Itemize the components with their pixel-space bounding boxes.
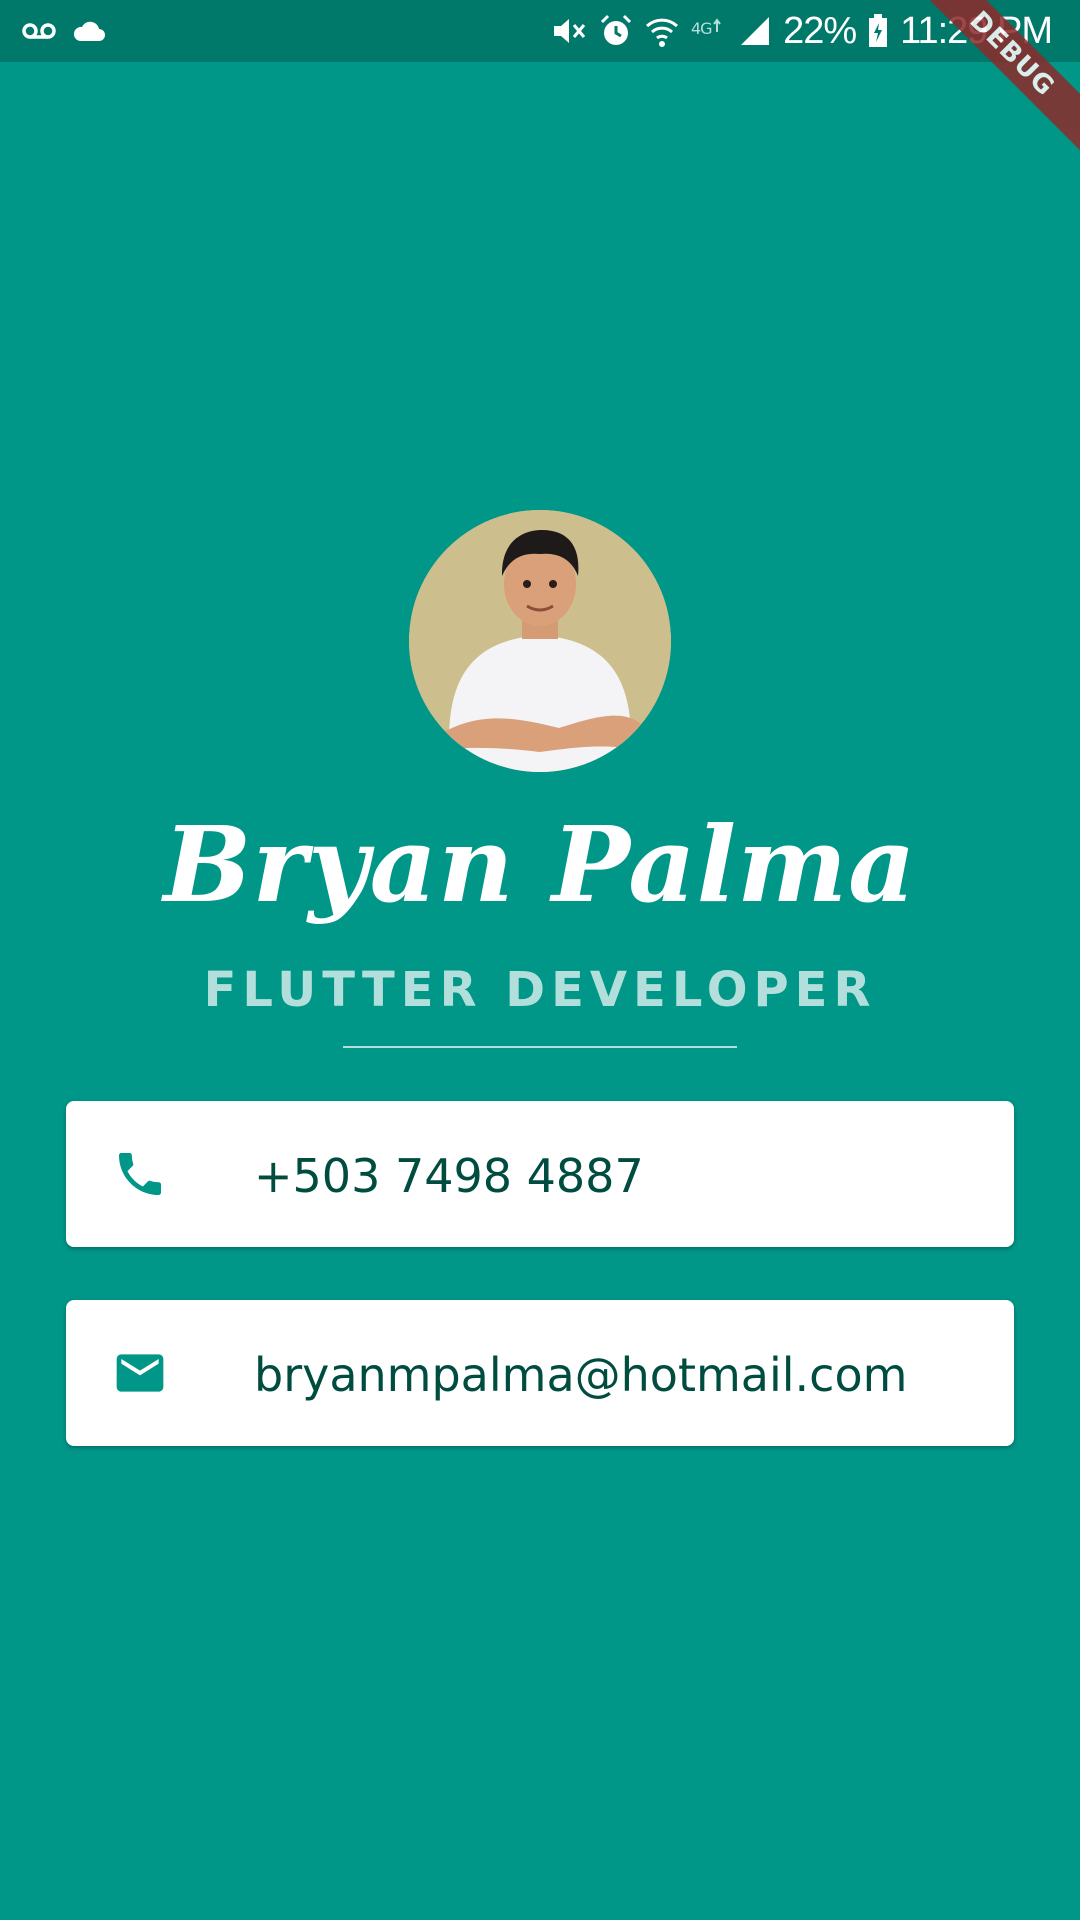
svg-text:4G: 4G	[691, 19, 712, 38]
profile-photo	[409, 510, 671, 772]
battery-icon	[869, 14, 888, 47]
voicemail-icon	[22, 23, 56, 39]
profile-name: Bryan Palma	[163, 803, 917, 926]
phone-icon	[119, 1153, 161, 1195]
profile-title: FLUTTER DEVELOPER	[203, 962, 877, 1018]
alarm-icon	[601, 14, 632, 45]
email-address: bryanmpalma@hotmail.com	[254, 1348, 908, 1402]
avatar	[409, 510, 671, 772]
wifi-icon	[646, 18, 679, 47]
mail-icon	[116, 1354, 164, 1392]
status-bar: 4G 22% 11:29 PM	[0, 0, 1080, 62]
phone-number: +503 7498 4887	[254, 1149, 644, 1203]
mute-icon	[554, 19, 586, 43]
lte-icon: 4G	[691, 18, 721, 38]
phone-card[interactable]: +503 7498 4887	[66, 1101, 1014, 1247]
signal-icon	[741, 17, 770, 45]
divider	[343, 1046, 737, 1048]
status-left	[22, 14, 106, 48]
cloud-icon	[73, 21, 105, 41]
email-card[interactable]: bryanmpalma@hotmail.com	[66, 1300, 1014, 1446]
battery-percent: 22%	[783, 9, 857, 52]
